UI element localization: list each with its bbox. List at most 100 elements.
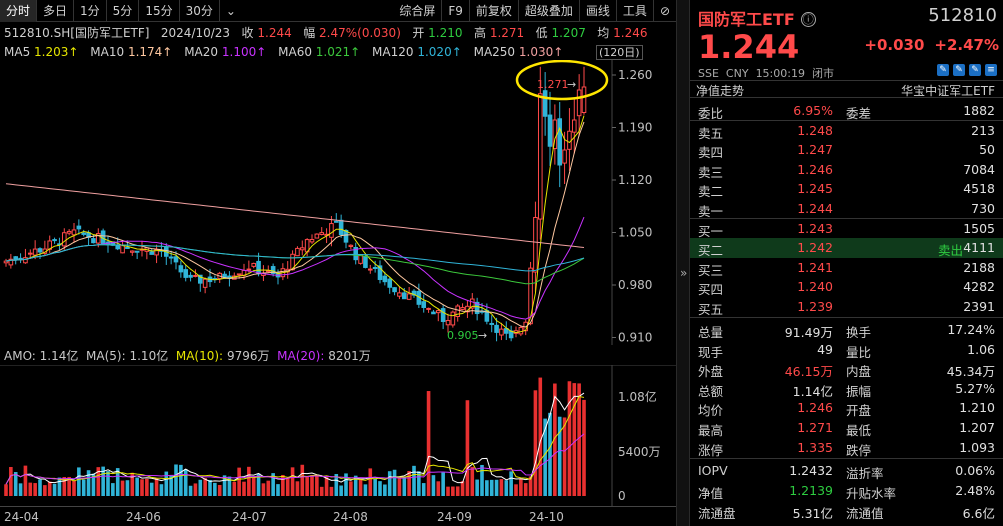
bid-row[interactable]: 买二 1.242 卖出 4111 <box>690 238 1003 258</box>
pencil-icon[interactable]: ✎ <box>937 64 949 76</box>
ask-row[interactable]: 卖五 1.248 213 <box>690 121 1003 141</box>
volume-bar <box>4 484 8 496</box>
ask-row[interactable]: 卖三 1.246 7084 <box>690 160 1003 180</box>
bid-row[interactable]: 买三 1.241 2188 <box>690 258 1003 278</box>
bid-price: 1.240 <box>797 279 833 295</box>
vol-tick-label: 1.08亿 <box>618 389 657 404</box>
ma5-line <box>5 115 585 334</box>
bid-price: 1.243 <box>797 221 833 236</box>
candle-body <box>547 114 553 147</box>
candle-body <box>13 256 19 261</box>
candle-body <box>246 268 252 271</box>
volume-bar <box>324 477 329 496</box>
f9-button[interactable]: F9 <box>442 0 470 22</box>
bid-row[interactable]: 买四 1.240 4282 <box>690 277 1003 297</box>
tab-1min[interactable]: 1分 <box>74 0 107 22</box>
tab-intraday[interactable]: 分时 <box>0 0 38 22</box>
quote-title: 国防军工ETF ⓘ <box>698 6 816 30</box>
volume-bar <box>203 478 207 496</box>
volume-bar <box>38 479 42 496</box>
bid-volume: 4282 <box>963 279 995 295</box>
volume-bar <box>261 483 266 496</box>
ma250-line <box>5 183 585 248</box>
volume-bar <box>9 466 13 496</box>
forward-adjust-button[interactable]: 前复权 <box>470 0 519 22</box>
ma5-value: 1.203↑ <box>34 45 79 59</box>
candle-body <box>256 260 261 275</box>
nav-row[interactable]: 净值走势 华宝中证军工ETF <box>690 80 1003 98</box>
ma5-legend: MA5 1.203↑ <box>4 45 79 59</box>
stat-value: 1.246 <box>797 400 833 416</box>
volume-bar <box>208 480 212 496</box>
volume-bar <box>509 471 513 496</box>
volume-bar <box>140 479 144 496</box>
ask-price: 1.247 <box>797 142 833 158</box>
candlestick-chart[interactable]: 1.260 1.190 1.120 1.050 0.980 0.910 1.271 → 0… <box>0 60 676 345</box>
ask-row[interactable]: 卖四 1.247 50 <box>690 140 1003 161</box>
ask-row[interactable]: 卖二 1.245 4518 <box>690 179 1003 199</box>
volume-bar <box>533 390 538 496</box>
bid-row[interactable]: 买五 1.239 2391 <box>690 297 1003 317</box>
ma10-line <box>5 121 585 328</box>
nav-trend-link[interactable]: 净值走势 <box>696 82 744 99</box>
stat-value: 1.271 <box>797 420 833 435</box>
tab-30min[interactable]: 30分 <box>180 0 220 22</box>
candle-body <box>367 268 373 271</box>
ma20-value: 1.100↑ <box>221 45 267 59</box>
volume-bar <box>499 479 504 496</box>
volume-bar <box>198 479 203 496</box>
tab-5min[interactable]: 5分 <box>107 0 140 22</box>
settings-icon[interactable]: ⊘ <box>654 0 676 22</box>
candle-body <box>426 307 431 310</box>
period-dropdown-icon[interactable]: ⌄ <box>220 0 242 22</box>
tab-15min[interactable]: 15分 <box>139 0 180 22</box>
volume-bar <box>285 478 290 496</box>
pencil-icon[interactable]: ✎ <box>969 64 981 76</box>
stat-value: 6.6亿 <box>962 506 995 521</box>
ask-row[interactable]: 卖一 1.244 730 <box>690 199 1003 219</box>
period-selector[interactable]: (120日) <box>596 45 643 60</box>
fund-code: 512810 <box>928 5 997 26</box>
volume-chart[interactable]: 1.08亿 5400万 0 <box>0 365 676 506</box>
stat-row: 均价 1.246 开盘 1.210 <box>690 398 1003 418</box>
volume-bar <box>412 465 416 496</box>
stat-value: 0.06% <box>955 463 995 478</box>
stat-value: 91.49万 <box>784 325 833 340</box>
candle-body <box>173 256 179 263</box>
candle-body <box>421 301 427 308</box>
ask-level-label: 卖三 <box>698 164 724 180</box>
expand-icon[interactable]: » <box>680 266 687 280</box>
candle-body <box>319 232 325 235</box>
price-tick-label: 1.050 <box>618 226 652 240</box>
stat-value: 49 <box>817 341 833 357</box>
bid-row[interactable]: 买一 1.243 1505 <box>690 219 1003 239</box>
info-icon[interactable]: ⓘ <box>800 12 816 27</box>
menu-icon[interactable]: ≡ <box>985 64 997 76</box>
candle-body <box>183 269 189 278</box>
volume-bar <box>567 381 572 496</box>
volume-bar <box>145 478 149 496</box>
candle-body <box>66 230 72 234</box>
ask-price: 1.244 <box>797 200 833 216</box>
super-overlay-button[interactable]: 超级叠加 <box>519 0 580 22</box>
volume-bar <box>18 483 23 496</box>
candle-body <box>314 233 320 239</box>
composite-screen-button[interactable]: 综合屏 <box>393 0 443 22</box>
stat2-row: 净值 1.2139 升贴水率 2.48% <box>690 481 1003 501</box>
ask-level-label: 卖四 <box>698 145 724 161</box>
candle-body <box>178 265 184 273</box>
stat-label: 换手 <box>846 325 872 340</box>
chart-pane[interactable]: 分时 多日 1分 5分 15分 30分 ⌄ 综合屏 F9 前复权 超级叠加 画线… <box>0 0 676 526</box>
pencil-icon[interactable]: ✎ <box>953 64 965 76</box>
weicha-value: 1882 <box>963 103 995 118</box>
stat-row: 总额 1.14亿 振幅 5.27% <box>690 379 1003 399</box>
panel-splitter[interactable]: » <box>676 0 690 526</box>
volume-bar <box>159 484 164 496</box>
amo-label: AMO: <box>4 349 36 363</box>
draw-line-button[interactable]: 画线 <box>580 0 617 22</box>
volume-bar <box>339 485 343 496</box>
date-tick: 24-04 <box>4 510 39 524</box>
tab-multiday[interactable]: 多日 <box>37 0 75 22</box>
stat-value: 1.2432 <box>789 463 833 478</box>
tools-button[interactable]: 工具 <box>617 0 654 22</box>
